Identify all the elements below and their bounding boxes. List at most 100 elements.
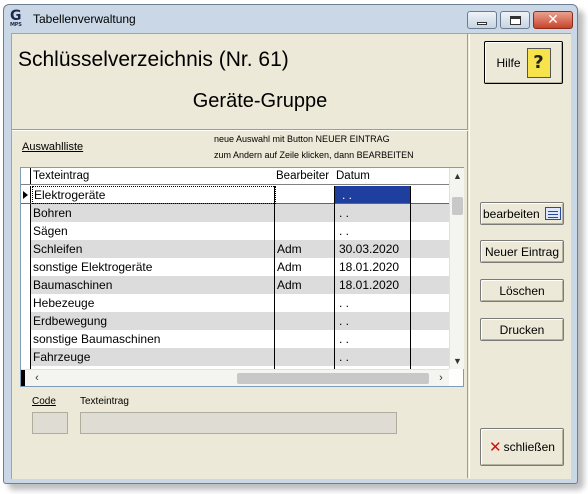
- cell-text[interactable]: sonstige Elektrogeräte: [33, 260, 283, 274]
- cell-user[interactable]: Adm: [277, 260, 302, 274]
- table-row[interactable]: Bohren . .: [21, 204, 449, 222]
- row-selector[interactable]: [21, 204, 31, 222]
- row-selector[interactable]: [21, 312, 31, 330]
- column-divider: [274, 186, 275, 369]
- selection-grid[interactable]: Texteintrag Bearbeiter Datum Elektrogerä…: [20, 167, 464, 387]
- edit-button[interactable]: bearbeiten: [480, 202, 564, 225]
- code-field[interactable]: [32, 412, 68, 434]
- row-selector[interactable]: [21, 186, 31, 203]
- header-divider: [12, 129, 468, 131]
- row-selector[interactable]: [21, 222, 31, 240]
- horizontal-scroll-thumb[interactable]: [237, 373, 429, 384]
- row-selector[interactable]: [21, 348, 31, 366]
- app-logo-icon: G MPS: [10, 9, 28, 28]
- table-row-selected[interactable]: Elektrogeräte . .: [21, 186, 449, 204]
- edit-notepad-icon: [544, 207, 561, 220]
- row-selector[interactable]: [21, 294, 31, 312]
- window-title: Tabellenverwaltung: [33, 12, 136, 26]
- print-button-label: Drucken: [499, 322, 545, 337]
- cell-text[interactable]: Elektrogeräte: [32, 186, 276, 204]
- cell-empty: [411, 186, 449, 204]
- close-icon: ✕: [547, 12, 559, 28]
- scroll-left-icon[interactable]: ‹: [29, 370, 45, 386]
- delete-button-label: Löschen: [499, 283, 545, 298]
- close-button-label: schließen: [503, 440, 555, 454]
- table-row[interactable]: Schleifen Adm 30.03.2020: [21, 240, 449, 258]
- cell-text[interactable]: Hebezeuge: [33, 296, 283, 310]
- minimize-icon: [477, 21, 487, 25]
- table-row[interactable]: Hebezeuge . .: [21, 294, 449, 312]
- table-row[interactable]: Baumaschinen Adm 18.01.2020: [21, 276, 449, 294]
- app-window: G MPS Tabellenverwaltung ✕ Schlüsselverz…: [3, 4, 578, 484]
- minimize-button[interactable]: [467, 11, 497, 29]
- scroll-right-icon[interactable]: ›: [433, 370, 449, 386]
- table-row[interactable]: sonstige Elektrogeräte Adm 18.01.2020: [21, 258, 449, 276]
- cell-date[interactable]: . .: [339, 332, 349, 346]
- page-title: Schlüsselverzeichnis (Nr. 61): [18, 48, 289, 71]
- new-entry-button[interactable]: Neuer Eintrag: [480, 240, 564, 263]
- cell-date[interactable]: . .: [342, 188, 352, 202]
- cell-text[interactable]: Schleifen: [33, 242, 283, 256]
- list-label: Auswahlliste: [22, 141, 84, 153]
- close-x-icon: ✕: [489, 438, 502, 456]
- column-header-date[interactable]: Datum: [336, 170, 370, 182]
- app-logo-caption: MPS: [10, 22, 22, 28]
- column-header-text[interactable]: Texteintrag: [33, 170, 89, 182]
- table-row[interactable]: sonstige Baumaschinen . .: [21, 330, 449, 348]
- column-header-user[interactable]: Bearbeiter: [276, 170, 329, 182]
- cell-text[interactable]: Erdbewegung: [33, 314, 283, 328]
- page-subtitle: Geräte-Gruppe: [192, 90, 328, 112]
- table-row[interactable]: Fahrzeuge . .: [21, 348, 449, 366]
- maximize-button[interactable]: [500, 11, 530, 29]
- cell-text[interactable]: Fahrzeuge: [33, 350, 283, 364]
- button-panel: Hilfe ? bearbeiten Neuer Eintrag Löschen…: [469, 34, 571, 478]
- cell-user[interactable]: Adm: [277, 242, 302, 256]
- text-entry-label: Texteintrag: [80, 396, 129, 407]
- vertical-scrollbar[interactable]: ▲ ▼: [449, 168, 464, 369]
- help-button[interactable]: Hilfe ?: [484, 41, 563, 84]
- grid-header: Texteintrag Bearbeiter Datum: [21, 168, 449, 185]
- row-selector[interactable]: [21, 330, 31, 348]
- scroll-down-icon[interactable]: ▼: [450, 353, 465, 369]
- main-pane: Schlüsselverzeichnis (Nr. 61) Geräte-Gru…: [12, 34, 468, 478]
- row-selector[interactable]: [21, 276, 31, 294]
- column-divider: [334, 186, 335, 369]
- row-selector[interactable]: [21, 240, 31, 258]
- cell-date[interactable]: . .: [339, 206, 349, 220]
- edit-button-label: bearbeiten: [483, 206, 540, 221]
- new-entry-button-label: Neuer Eintrag: [484, 244, 560, 259]
- window-close-button[interactable]: ✕: [533, 11, 573, 29]
- maximize-icon: [509, 15, 521, 25]
- cell-date[interactable]: . .: [339, 314, 349, 328]
- text-entry-field[interactable]: [80, 412, 397, 434]
- cell-date[interactable]: 18.01.2020: [339, 260, 399, 274]
- grid-body: Elektrogeräte . . Bohren . . Sägen . . S…: [21, 186, 449, 369]
- table-row[interactable]: Sägen . .: [21, 222, 449, 240]
- cell-date[interactable]: . .: [339, 224, 349, 238]
- code-label: Code: [32, 396, 56, 407]
- cell-date[interactable]: 18.01.2020: [339, 278, 399, 292]
- cell-text[interactable]: sonstige Baumaschinen: [33, 332, 283, 346]
- cell-date[interactable]: 30.03.2020: [339, 242, 399, 256]
- cell-date[interactable]: . .: [339, 350, 349, 364]
- cell-date[interactable]: . .: [339, 296, 349, 310]
- cell-text[interactable]: Sägen: [33, 224, 283, 238]
- close-button[interactable]: ✕ schließen: [480, 428, 564, 466]
- table-row[interactable]: Erdbewegung . .: [21, 312, 449, 330]
- client-area: Schlüsselverzeichnis (Nr. 61) Geräte-Gru…: [11, 33, 571, 479]
- cell-text[interactable]: Bohren: [33, 206, 283, 220]
- cell-text[interactable]: Baumaschinen: [33, 278, 283, 292]
- title-bar[interactable]: G MPS Tabellenverwaltung ✕: [4, 5, 577, 32]
- cell-user[interactable]: Adm: [277, 278, 302, 292]
- row-selector-header: [21, 168, 31, 184]
- hint-new-entry: neue Auswahl mit Button NEUER EINTRAG: [214, 134, 390, 144]
- help-button-label: Hilfe: [496, 55, 521, 70]
- horizontal-scrollbar[interactable]: ‹ ›: [21, 369, 449, 386]
- help-question-icon: ?: [526, 47, 551, 78]
- current-row-arrow-icon: [23, 191, 28, 199]
- row-selector[interactable]: [21, 258, 31, 276]
- scroll-up-icon[interactable]: ▲: [450, 168, 465, 184]
- print-button[interactable]: Drucken: [480, 318, 564, 341]
- delete-button[interactable]: Löschen: [480, 279, 564, 302]
- vertical-scroll-thumb[interactable]: [452, 197, 463, 215]
